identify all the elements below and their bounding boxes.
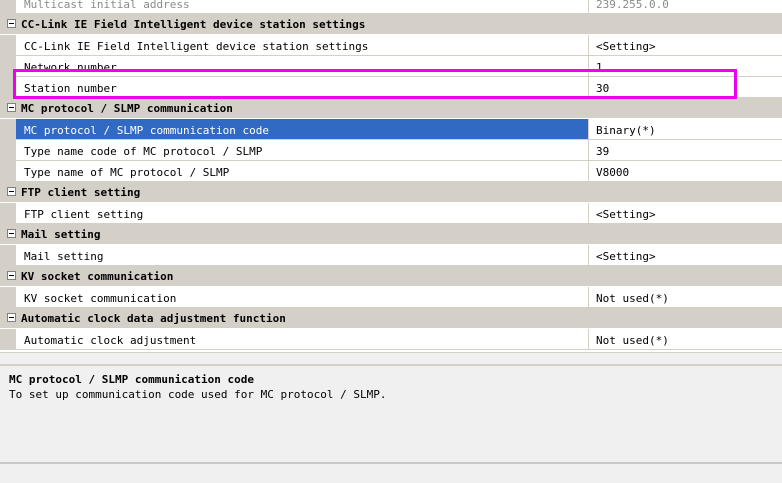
collapse-icon[interactable] [7, 103, 16, 112]
category-automatic-clock-data-adjustment-function[interactable]: Automatic clock data adjustment function [0, 308, 782, 329]
row-gutter [0, 161, 16, 182]
property-value[interactable]: V8000 [589, 161, 782, 182]
property-row-automatic-clock-adjustment[interactable]: Automatic clock adjustment Not used(*) [0, 329, 782, 350]
grid-bottom-edge [0, 352, 782, 362]
property-row-mc-protocol-slmp-communication-code[interactable]: MC protocol / SLMP communication code Bin… [0, 119, 782, 140]
description-pane: MC protocol / SLMP communication code To… [0, 366, 782, 462]
description-text: To set up communication code used for MC… [9, 388, 387, 401]
property-name[interactable]: Multicast initial address [16, 0, 589, 14]
property-name[interactable]: Type name code of MC protocol / SLMP [16, 140, 589, 161]
category-label: MC protocol / SLMP communication [21, 102, 233, 115]
row-gutter [0, 77, 16, 98]
row-gutter [0, 329, 16, 350]
category-label: Automatic clock data adjustment function [21, 312, 286, 325]
property-name[interactable]: Station number [16, 77, 589, 98]
row-gutter [0, 56, 16, 77]
category-mc-protocol-slmp-communication[interactable]: MC protocol / SLMP communication [0, 98, 782, 119]
property-row-station-number[interactable]: Station number 30 [0, 77, 782, 98]
category-kv-socket-communication[interactable]: KV socket communication [0, 266, 782, 287]
collapse-icon[interactable] [7, 19, 16, 28]
category-label: FTP client setting [21, 186, 141, 199]
collapse-icon[interactable] [7, 229, 16, 238]
property-name[interactable]: Network number [16, 56, 589, 77]
property-row-kv-socket-communication[interactable]: KV socket communication Not used(*) [0, 287, 782, 308]
property-row-type-name-of-mc-protocol-slmp[interactable]: Type name of MC protocol / SLMP V8000 [0, 161, 782, 182]
category-ftp-client-setting[interactable]: FTP client setting [0, 182, 782, 203]
property-row-multicast-initial-address[interactable]: Multicast initial address 239.255.0.0 [0, 0, 782, 14]
collapse-icon[interactable] [7, 271, 16, 280]
status-bar [0, 462, 782, 483]
property-name[interactable]: FTP client setting [16, 203, 589, 224]
property-value[interactable]: 30 [589, 77, 782, 98]
property-name[interactable]: Mail setting [16, 245, 589, 266]
property-value[interactable]: <Setting> [589, 245, 782, 266]
collapse-icon[interactable] [7, 187, 16, 196]
property-row-type-name-code-of-mc-protocol-slmp[interactable]: Type name code of MC protocol / SLMP 39 [0, 140, 782, 161]
property-name[interactable]: Type name of MC protocol / SLMP [16, 161, 589, 182]
row-gutter [0, 0, 16, 14]
property-name[interactable]: Automatic clock adjustment [16, 329, 589, 350]
row-gutter [0, 287, 16, 308]
property-value[interactable]: Not used(*) [589, 287, 782, 308]
row-gutter [0, 35, 16, 56]
property-name[interactable]: CC-Link IE Field Intelligent device stat… [16, 35, 589, 56]
collapse-icon[interactable] [7, 313, 16, 322]
property-value[interactable]: <Setting> [589, 203, 782, 224]
property-row-ftp-client-setting[interactable]: FTP client setting <Setting> [0, 203, 782, 224]
property-value[interactable]: Not used(*) [589, 329, 782, 350]
property-value[interactable]: 39 [589, 140, 782, 161]
row-gutter [0, 119, 16, 140]
category-label: Mail setting [21, 228, 101, 241]
property-value[interactable]: 239.255.0.0 [589, 0, 782, 14]
property-row-mail-setting[interactable]: Mail setting <Setting> [0, 245, 782, 266]
category-label: KV socket communication [21, 270, 174, 283]
property-name[interactable]: KV socket communication [16, 287, 589, 308]
property-value[interactable]: <Setting> [589, 35, 782, 56]
category-label: CC-Link IE Field Intelligent device stat… [21, 18, 366, 31]
property-grid: Multicast initial address 239.255.0.0 CC-L… [0, 0, 782, 362]
description-title: MC protocol / SLMP communication code [9, 373, 255, 386]
property-value[interactable]: 1 [589, 56, 782, 77]
category-mail-setting[interactable]: Mail setting [0, 224, 782, 245]
row-gutter [0, 203, 16, 224]
property-name[interactable]: MC protocol / SLMP communication code [16, 119, 589, 140]
row-gutter [0, 140, 16, 161]
property-value[interactable]: Binary(*) [589, 119, 782, 140]
property-row-network-number[interactable]: Network number 1 [0, 56, 782, 77]
row-gutter [0, 245, 16, 266]
category-cc-link-ie-field-intelligent-device-station-settings[interactable]: CC-Link IE Field Intelligent device stat… [0, 14, 782, 35]
property-row-cc-link-ie-field-intelligent-device-station-settings[interactable]: CC-Link IE Field Intelligent device stat… [0, 35, 782, 56]
